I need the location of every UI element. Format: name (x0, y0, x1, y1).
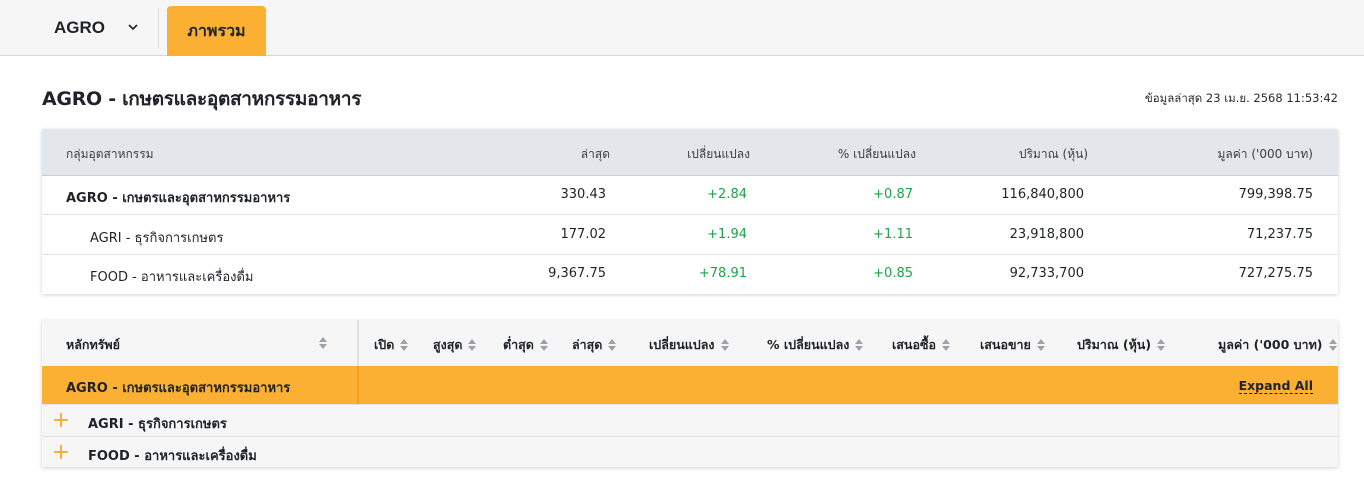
expand-plus-icon[interactable] (54, 445, 68, 459)
sector-name: AGRI - ธุรกิจการเกษตร (90, 231, 224, 246)
sector-summary-table: กลุ่มอุตสาหกรรม ล่าสุด เปลี่ยนแปลง % เปล… (42, 129, 1338, 294)
col-header-change[interactable]: เปลี่ยนแปลง (649, 335, 729, 355)
expand-all-link[interactable]: Expand All (1238, 378, 1313, 394)
col-header-label: เปิด (374, 337, 395, 352)
group-name: AGRO - เกษตรและอุตสาหกรรมอาหาร (66, 381, 291, 396)
pct-change-value: +1.11 (873, 227, 913, 242)
col-header-volume[interactable]: ปริมาณ (หุ้น) (1077, 335, 1166, 355)
divider (158, 8, 159, 48)
sort-icon (608, 339, 617, 351)
sort-icon (539, 339, 548, 351)
col-header-bid[interactable]: เสนอซื้อ (892, 335, 950, 355)
page-title: AGRO - เกษตรและอุตสาหกรรมอาหาร (42, 88, 362, 110)
col-header-volume: ปริมาณ (หุ้น) (1018, 147, 1088, 161)
col-header-security[interactable]: หลักทรัพย์ (66, 335, 120, 355)
sector-select-label: AGRO (54, 18, 105, 37)
table-header: กลุ่มอุตสาหกรรม ล่าสุด เปลี่ยนแปลง % เปล… (42, 129, 1338, 176)
col-header-value[interactable]: มูลค่า ('000 บาท) (1218, 335, 1337, 355)
col-header-high[interactable]: สูงสุด (433, 335, 477, 355)
col-header-label: เปลี่ยนแปลง (649, 337, 715, 352)
volume-value: 116,840,800 (1001, 187, 1084, 202)
pct-change-value: +0.87 (873, 187, 913, 202)
col-header-label: สูงสุด (433, 337, 463, 352)
trade-value: 727,275.75 (1238, 266, 1313, 281)
sort-icon (941, 339, 950, 351)
last-value: 9,367.75 (548, 266, 606, 281)
sort-icon (1157, 339, 1166, 351)
change-value: +2.84 (707, 187, 747, 202)
sort-icon (400, 339, 409, 351)
col-header-last: ล่าสุด (580, 147, 610, 161)
sort-icon (1328, 339, 1337, 351)
last-value: 177.02 (560, 227, 607, 242)
col-header-label: ล่าสุด (572, 337, 603, 352)
col-header-change: เปลี่ยนแปลง (687, 147, 750, 161)
sector-name: FOOD - อาหารและเครื่องดื่ม (90, 270, 254, 285)
col-header-open[interactable]: เปิด (374, 335, 409, 355)
last-updated: ข้อมูลล่าสุด 23 เม.ย. 2568 11:53:42 (1144, 91, 1338, 105)
col-header-label: เสนอขาย (980, 337, 1031, 352)
trade-value: 799,398.75 (1238, 187, 1313, 202)
change-value: +1.94 (707, 227, 747, 242)
tab-overview[interactable]: ภาพรวม (167, 6, 266, 56)
sort-icon (468, 339, 477, 351)
chevron-down-icon (128, 24, 138, 31)
securities-table: หลักทรัพย์ เปิด สูงสุด ต่ำสุด ล่าสุด เปล… (42, 320, 1338, 467)
col-header-label: หลักทรัพย์ (66, 337, 120, 352)
subgroup-row[interactable]: AGRI - ธุรกิจการเกษตร (42, 404, 1338, 436)
col-header-value: มูลค่า ('000 บาท) (1217, 147, 1314, 161)
col-header-label: ปริมาณ (หุ้น) (1077, 337, 1152, 352)
col-header-sector: กลุ่มอุตสาหกรรม (66, 147, 154, 161)
col-header-pct-change: % เปลี่ยนแปลง (837, 147, 916, 161)
table-row: AGRO - เกษตรและอุตสาหกรรมอาหาร 330.43 +2… (42, 176, 1338, 215)
last-value: 330.43 (560, 187, 607, 202)
col-header-pct-change[interactable]: % เปลี่ยนแปลง (767, 335, 864, 355)
volume-value: 23,918,800 (1009, 227, 1084, 242)
subgroup-name: AGRI - ธุรกิจการเกษตร (88, 417, 227, 432)
sort-icon (1036, 339, 1045, 351)
volume-value: 92,733,700 (1009, 266, 1084, 281)
col-header-last[interactable]: ล่าสุด (572, 335, 617, 355)
sort-icon (720, 339, 729, 351)
table-row: AGRI - ธุรกิจการเกษตร 177.02 +1.94 +1.11… (42, 216, 1338, 255)
col-header-offer[interactable]: เสนอขาย (980, 335, 1045, 355)
sector-select[interactable]: AGRO (40, 6, 156, 50)
subgroup-name: FOOD - อาหารและเครื่องดื่ม (88, 449, 257, 464)
col-header-label: เสนอซื้อ (892, 337, 936, 352)
column-divider (357, 366, 359, 404)
expand-plus-icon[interactable] (54, 413, 68, 427)
col-header-low[interactable]: ต่ำสุด (503, 335, 548, 355)
table-header: หลักทรัพย์ เปิด สูงสุด ต่ำสุด ล่าสุด เปล… (42, 320, 1338, 366)
pct-change-value: +0.85 (873, 266, 913, 281)
group-row: AGRO - เกษตรและอุตสาหกรรมอาหาร Expand Al… (42, 366, 1338, 404)
change-value: +78.91 (698, 266, 747, 281)
col-header-label: ต่ำสุด (503, 337, 534, 352)
col-header-label: % เปลี่ยนแปลง (767, 337, 850, 352)
table-row: FOOD - อาหารและเครื่องดื่ม 9,367.75 +78.… (42, 255, 1338, 294)
col-header-label: มูลค่า ('000 บาท) (1218, 337, 1323, 352)
top-bar: AGRO ภาพรวม (0, 0, 1364, 56)
sort-icon[interactable] (319, 337, 327, 349)
sector-name: AGRO - เกษตรและอุตสาหกรรมอาหาร (66, 191, 291, 206)
subgroup-row[interactable]: FOOD - อาหารและเครื่องดื่ม (42, 436, 1338, 467)
sort-icon (855, 339, 864, 351)
trade-value: 71,237.75 (1246, 227, 1313, 242)
